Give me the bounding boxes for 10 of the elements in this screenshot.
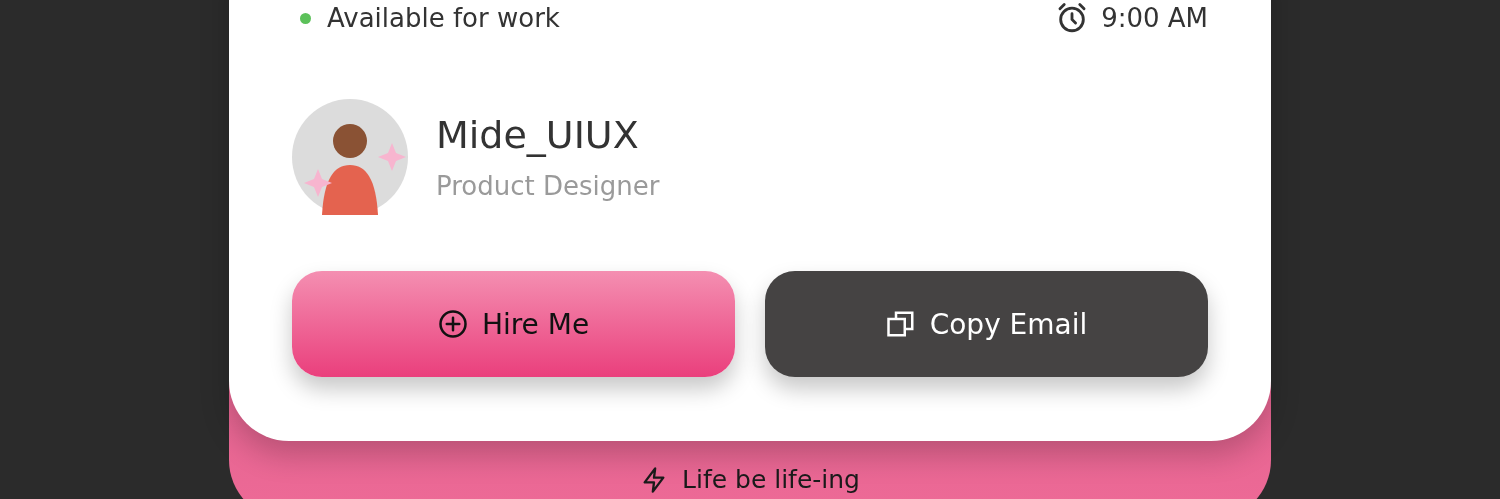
status-text: Available for work bbox=[327, 3, 560, 33]
plus-circle-icon bbox=[437, 309, 468, 339]
time-text: 9:00 AM bbox=[1101, 3, 1208, 33]
tagline: Life be life-ing bbox=[682, 465, 860, 494]
copy-icon bbox=[885, 309, 916, 339]
lightning-icon bbox=[640, 465, 668, 494]
profile-name: Mide_UIUX bbox=[436, 113, 640, 157]
copy-email-button[interactable]: Copy Email bbox=[765, 271, 1208, 377]
hire-button[interactable]: Hire Me bbox=[292, 271, 735, 377]
profile-role: Product Designer bbox=[436, 171, 660, 201]
